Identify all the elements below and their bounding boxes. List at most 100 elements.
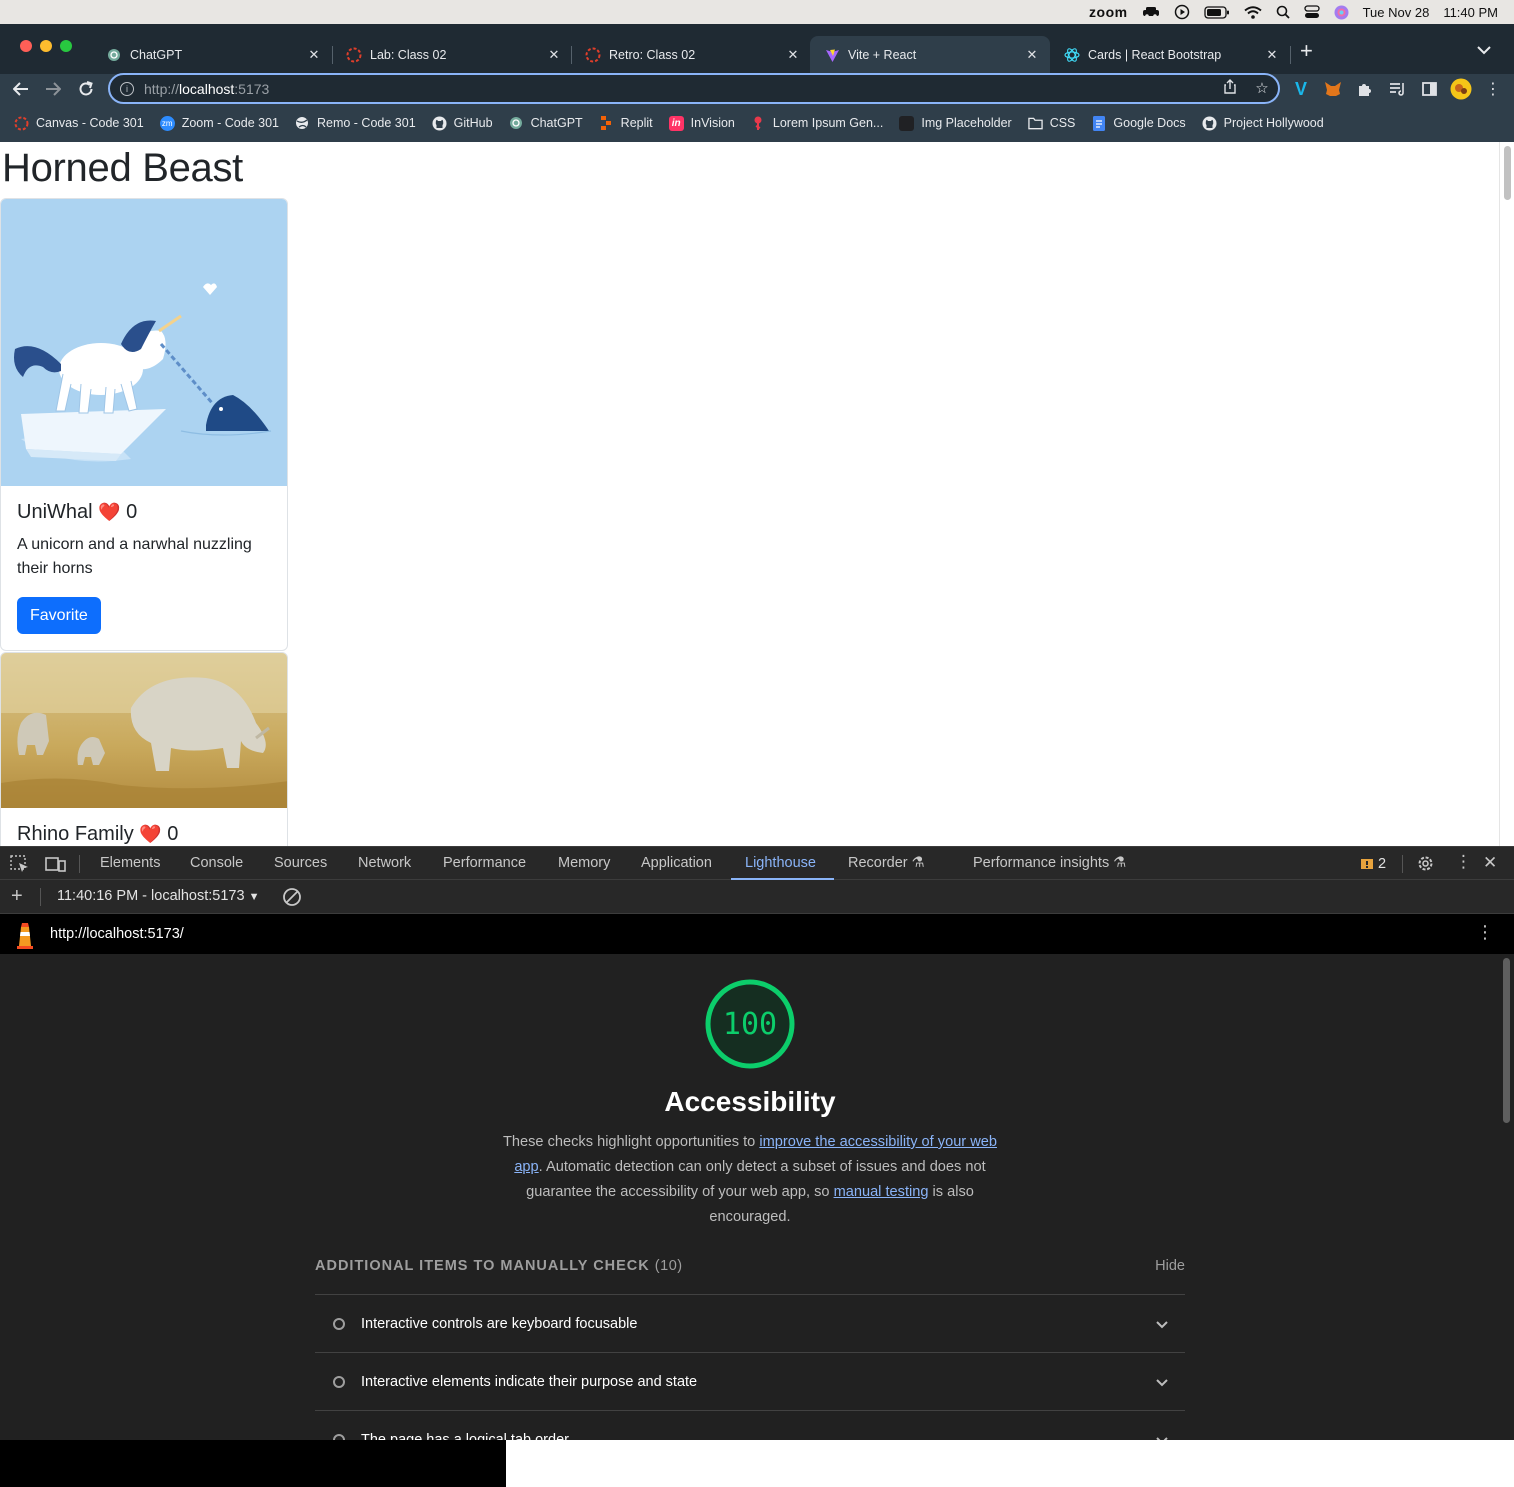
chatgpt-icon — [509, 116, 524, 131]
forward-button[interactable] — [42, 78, 64, 100]
zoom-menubar-label[interactable]: zoom — [1089, 0, 1128, 24]
menubar-date[interactable]: Tue Nov 28 — [1363, 0, 1430, 24]
bookmark-invision[interactable]: in InVision — [668, 115, 735, 131]
devtools-tab-application[interactable]: Application — [641, 855, 712, 871]
devtools-tab-lighthouse[interactable]: Lighthouse — [745, 855, 816, 871]
audit-item[interactable]: Interactive controls are keyboard focusa… — [315, 1294, 1185, 1352]
chevron-down-icon[interactable] — [1155, 1432, 1169, 1440]
rhino-family-image — [1, 653, 287, 808]
audit-item[interactable]: The page has a logical tab order — [315, 1410, 1185, 1440]
browser-toolbar: i http://localhost:5173 ☆ V ⋮ — [0, 73, 1514, 104]
battery-icon[interactable] — [1203, 0, 1230, 24]
browser-menu-icon[interactable]: ⋮ — [1482, 78, 1504, 100]
close-window-button[interactable] — [20, 40, 32, 52]
bookmark-star-icon[interactable]: ☆ — [1252, 79, 1272, 97]
new-tab-button[interactable]: + — [1300, 38, 1313, 64]
close-tab-icon[interactable]: ✕ — [306, 47, 322, 63]
hide-toggle[interactable]: Hide — [1155, 1258, 1185, 1274]
tab-title: Cards | React Bootstrap — [1088, 48, 1222, 62]
menubar-time[interactable]: 11:40 PM — [1443, 0, 1498, 24]
close-tab-icon[interactable]: ✕ — [1264, 47, 1280, 63]
bookmark-google-docs[interactable]: Google Docs — [1091, 115, 1186, 131]
play-icon[interactable] — [1174, 0, 1190, 24]
bookmark-canvas-code-301[interactable]: Canvas - Code 301 — [14, 116, 144, 131]
dock-strip — [0, 1440, 506, 1487]
tab-lab-class-02[interactable]: Lab: Class 02 ✕ — [332, 36, 572, 74]
clear-reports-icon[interactable] — [282, 887, 302, 911]
manual-testing-link[interactable]: manual testing — [834, 1184, 929, 1200]
tab-chatgpt[interactable]: ChatGPT ✕ — [92, 36, 332, 74]
chevron-down-icon[interactable] — [1155, 1316, 1169, 1332]
car-icon[interactable] — [1142, 0, 1160, 24]
devtools-tab-recorder[interactable]: Recorder ⚗ — [848, 855, 925, 871]
device-toolbar-icon[interactable] — [45, 855, 67, 877]
tab-label: Recorder — [848, 855, 908, 871]
page-scrollbar[interactable] — [1499, 142, 1514, 846]
site-info-icon[interactable]: i — [120, 81, 134, 96]
devtools-more-icon[interactable]: ⋮ — [1455, 852, 1472, 872]
wifi-icon[interactable] — [1243, 0, 1262, 24]
control-center-icon[interactable] — [1303, 0, 1320, 24]
scrollbar-thumb[interactable] — [1504, 146, 1511, 200]
share-icon[interactable] — [1220, 79, 1240, 98]
devtools-close-icon[interactable]: ✕ — [1483, 853, 1497, 873]
canvas-icon — [14, 116, 29, 131]
devtools-tab-performance-insights[interactable]: Performance insights ⚗ — [973, 855, 1126, 871]
chevron-down-icon[interactable] — [1155, 1374, 1169, 1390]
new-report-plus-icon[interactable]: + — [11, 885, 23, 908]
report-selector-dropdown[interactable]: 11:40:16 PM - localhost:5173 ▼ — [57, 888, 259, 904]
devtools-tab-elements[interactable]: Elements — [100, 855, 160, 871]
tab-vite-react[interactable]: Vite + React ✕ — [810, 36, 1050, 74]
devtools-tab-console[interactable]: Console — [190, 855, 243, 871]
bookmark-project-hollywood[interactable]: Project Hollywood — [1202, 116, 1324, 131]
canvas-icon — [585, 47, 601, 63]
zoom-icon: zm — [159, 115, 175, 131]
category-title: Accessibility — [664, 1086, 836, 1117]
side-panel-icon[interactable] — [1418, 78, 1440, 100]
devtools-tab-memory[interactable]: Memory — [558, 855, 610, 871]
zoom-window-button[interactable] — [60, 40, 72, 52]
profile-avatar[interactable] — [1450, 78, 1472, 100]
bookmark-lorem-ipsum[interactable]: Lorem Ipsum Gen... — [751, 116, 883, 131]
bookmark-img-placeholder[interactable]: Img Placeholder — [899, 115, 1012, 131]
vite-icon — [824, 47, 840, 63]
bookmark-chatgpt[interactable]: ChatGPT — [509, 116, 583, 131]
close-tab-icon[interactable]: ✕ — [546, 47, 562, 63]
close-tab-icon[interactable]: ✕ — [1024, 47, 1040, 63]
extensions-puzzle-icon[interactable] — [1354, 78, 1376, 100]
favorite-button[interactable]: Favorite — [17, 597, 101, 634]
tab-cards-react-bootstrap[interactable]: Cards | React Bootstrap ✕ — [1050, 36, 1290, 74]
back-button[interactable] — [10, 78, 32, 100]
address-bar[interactable]: i http://localhost:5173 ☆ — [108, 73, 1280, 104]
close-tab-icon[interactable]: ✕ — [785, 47, 801, 63]
report-url: http://localhost:5173/ — [50, 926, 184, 942]
devtools-tab-sources[interactable]: Sources — [274, 855, 327, 871]
tab-retro-class-02[interactable]: Retro: Class 02 ✕ — [571, 36, 811, 74]
report-scrollbar[interactable] — [1499, 954, 1514, 1440]
bookmark-zoom-code-301[interactable]: zm Zoom - Code 301 — [159, 115, 279, 131]
devtools-tab-performance[interactable]: Performance — [443, 855, 526, 871]
bookmark-github[interactable]: GitHub — [432, 116, 493, 131]
devtools-tab-network[interactable]: Network — [358, 855, 411, 871]
inspect-element-icon[interactable] — [10, 855, 30, 877]
bookmark-css-folder[interactable]: CSS — [1027, 116, 1075, 131]
report-menu-icon[interactable]: ⋮ — [1476, 922, 1494, 943]
minimize-window-button[interactable] — [40, 40, 52, 52]
url-port: :5173 — [234, 80, 270, 97]
reading-list-icon[interactable] — [1386, 78, 1408, 100]
spotlight-search-icon[interactable] — [1276, 0, 1290, 24]
score-value: 100 — [722, 1006, 778, 1042]
audit-item[interactable]: Interactive elements indicate their purp… — [315, 1352, 1185, 1410]
page-viewport: Horned Beast UniWhal ❤️ 0 A unicorn and … — [0, 142, 1514, 846]
issues-counter[interactable]: 2 — [1360, 856, 1386, 872]
scrollbar-thumb[interactable] — [1503, 958, 1510, 1123]
bookmark-replit[interactable]: Replit — [599, 116, 653, 131]
metamask-extension-icon[interactable] — [1322, 78, 1344, 100]
vimeo-extension-icon[interactable]: V — [1290, 78, 1312, 100]
siri-icon[interactable] — [1334, 0, 1349, 24]
tab-search-chevron-icon[interactable] — [1476, 42, 1492, 60]
devtools-settings-gear-icon[interactable] — [1416, 854, 1435, 877]
reload-button[interactable] — [75, 78, 97, 100]
bookmark-remo-code-301[interactable]: Remo - Code 301 — [295, 116, 416, 131]
experiment-flask-icon: ⚗ — [1113, 855, 1127, 871]
